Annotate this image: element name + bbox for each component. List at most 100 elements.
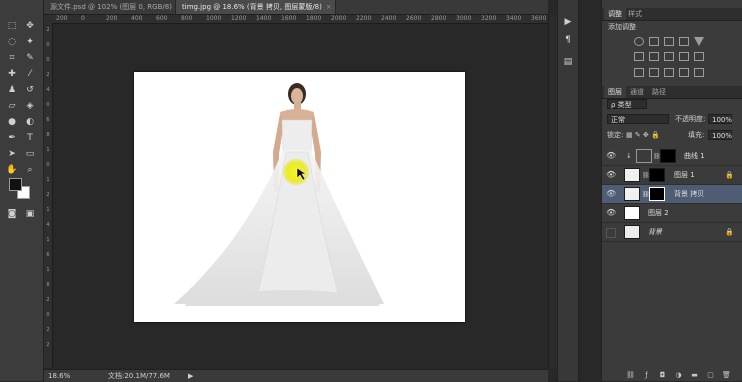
add-mask-icon[interactable]: ◘ xyxy=(658,371,667,379)
layer-row-background[interactable]: 背景 🔒 xyxy=(602,223,742,242)
layer-row-layer-2[interactable]: 👁 图层 2 xyxy=(602,204,742,223)
black-white-icon[interactable] xyxy=(664,52,674,61)
ruler-tick-label: 3400 xyxy=(506,15,522,22)
layer-mask-thumb xyxy=(649,168,665,182)
color-balance-icon[interactable] xyxy=(649,52,659,61)
vibrance-icon[interactable] xyxy=(694,37,704,46)
zoom-tool-icon[interactable]: ⌕ xyxy=(23,164,37,176)
tab-label: 源文件.psd @ 102% (图层 0, RGB/8) xyxy=(50,3,172,11)
document-tab-bar: 源文件.psd @ 102% (图层 0, RGB/8)× timg.jpg @… xyxy=(44,0,548,15)
eyedropper-tool-icon[interactable]: ✎ xyxy=(23,52,37,64)
healing-brush-tool-icon[interactable]: ✚ xyxy=(5,68,19,80)
curves-icon[interactable] xyxy=(664,37,674,46)
dodge-tool-icon[interactable]: ◐ xyxy=(23,116,37,128)
tab-timg-jpg[interactable]: timg.jpg @ 18.6% (背景 拷贝, 图层蒙版/8) × xyxy=(176,0,336,14)
screen-mode-icon[interactable]: ▣ xyxy=(23,208,37,220)
zoom-level[interactable]: 18.6% xyxy=(48,370,70,382)
clone-stamp-tool-icon[interactable]: ♟ xyxy=(5,84,19,96)
threshold-icon[interactable] xyxy=(664,68,674,77)
history-brush-tool-icon[interactable]: ↺ xyxy=(23,84,37,96)
crop-tool-icon[interactable]: ⌗ xyxy=(5,52,19,64)
adjustment-layer-icon[interactable]: ◑ xyxy=(674,371,683,379)
ruler-tick-label: 3200 xyxy=(481,15,497,22)
new-group-icon[interactable]: ▬ xyxy=(690,371,699,379)
actions-panel-icon[interactable]: ▶ xyxy=(561,16,575,28)
horizontal-ruler: 200 0 200 400 600 800 1000 1200 1400 1600 1800 2000… xyxy=(44,15,548,24)
path-selection-tool-icon[interactable]: ➤ xyxy=(5,148,19,160)
vertical-scrollbar[interactable] xyxy=(548,15,557,369)
blend-mode-select[interactable]: 正常 xyxy=(607,114,669,124)
tab-layers[interactable]: 图层 xyxy=(604,86,626,98)
layer-mask-thumb xyxy=(660,149,676,163)
eye-icon-hidden[interactable] xyxy=(606,228,616,238)
trash-icon[interactable]: 🗑 xyxy=(722,371,731,379)
move-tool-icon[interactable]: ✥ xyxy=(23,20,37,32)
ruler-tick-label: 800 xyxy=(181,15,193,22)
play-icon[interactable]: ▶ xyxy=(188,370,193,382)
paragraph-panel-icon[interactable]: ¶ xyxy=(561,34,575,46)
tab-styles[interactable]: 样式 xyxy=(624,8,646,20)
link-layers-icon[interactable]: ⛓ xyxy=(626,371,635,379)
hand-tool-icon[interactable]: ✋ xyxy=(5,164,19,176)
ruler-tick-label: 2800 xyxy=(431,15,447,22)
exposure-icon[interactable] xyxy=(679,37,689,46)
quick-mask-icon[interactable]: ◙ xyxy=(5,208,19,220)
hue-saturation-icon[interactable] xyxy=(634,52,644,61)
blur-tool-icon[interactable]: ● xyxy=(5,116,19,128)
ruler-tick-label: 0 xyxy=(46,312,50,318)
rectangle-tool-icon[interactable]: ▭ xyxy=(23,148,37,160)
eraser-tool-icon[interactable]: ▱ xyxy=(5,100,19,112)
magic-wand-tool-icon[interactable]: ✦ xyxy=(23,36,37,48)
ruler-tick-label: 1 xyxy=(46,177,50,183)
levels-icon[interactable] xyxy=(649,37,659,46)
photo-filter-icon[interactable] xyxy=(679,52,689,61)
posterize-icon[interactable] xyxy=(649,68,659,77)
ruler-tick-label: 8 xyxy=(46,282,50,288)
right-panels: 调整 样式 添加调整 图层 通道 路径 ρ 类型 正常 不透明度: 100% 锁… xyxy=(601,0,742,381)
layer-filter-select[interactable]: ρ 类型 xyxy=(607,99,647,109)
tab-paths[interactable]: 路径 xyxy=(648,86,670,98)
gradient-map-icon[interactable] xyxy=(679,68,689,77)
wedding-dress-image xyxy=(174,83,384,306)
lasso-tool-icon[interactable]: ◌ xyxy=(5,36,19,48)
brush-tool-icon[interactable]: ⁄ xyxy=(23,68,37,80)
invert-icon[interactable] xyxy=(634,68,644,77)
layer-row-curves-1[interactable]: 👁 ↓ ⛓ 曲线 1 xyxy=(602,147,742,166)
paint-bucket-tool-icon[interactable]: ◈ xyxy=(23,100,37,112)
layer-name[interactable]: 背景 拷贝 xyxy=(674,185,704,204)
tab-source-psd[interactable]: 源文件.psd @ 102% (图层 0, RGB/8)× xyxy=(44,0,182,14)
document-canvas[interactable] xyxy=(134,72,465,322)
ruler-tick-label: 3000 xyxy=(456,15,472,22)
lock-icons[interactable]: ▦ ✎ ✥ 🔒 xyxy=(626,130,660,140)
layer-style-icon[interactable]: ƒ xyxy=(642,371,651,379)
layer-name[interactable]: 曲线 1 xyxy=(684,147,705,166)
status-bar: 18.6% 文档:20.1M/77.6M ▶ xyxy=(44,369,548,382)
properties-panel-icon[interactable]: ▤ xyxy=(561,56,575,68)
tab-channels[interactable]: 通道 xyxy=(626,86,648,98)
fill-input[interactable]: 100% xyxy=(708,130,732,140)
layer-row-background-copy[interactable]: 👁 ⛓ 背景 拷贝 xyxy=(602,185,742,204)
type-tool-icon[interactable]: T xyxy=(23,132,37,144)
layer-name[interactable]: 背景 xyxy=(648,223,662,242)
pen-tool-icon[interactable]: ✒ xyxy=(5,132,19,144)
layer-name[interactable]: 图层 2 xyxy=(648,204,669,223)
selective-color-icon[interactable] xyxy=(694,68,704,77)
foreground-color-swatch[interactable] xyxy=(9,178,22,191)
ruler-tick-label: 2 xyxy=(46,327,50,333)
layer-name[interactable]: 图层 1 xyxy=(674,166,695,185)
ruler-tick-label: 1 xyxy=(46,207,50,213)
eye-icon[interactable]: 👁 xyxy=(606,151,616,161)
close-icon[interactable]: × xyxy=(326,3,332,11)
channel-mixer-icon[interactable] xyxy=(694,52,704,61)
brightness-icon[interactable] xyxy=(634,37,644,46)
eye-icon[interactable]: 👁 xyxy=(606,208,616,218)
tab-adjustments[interactable]: 调整 xyxy=(604,8,626,20)
marquee-tool-icon[interactable]: ⬚ xyxy=(5,20,19,32)
eye-icon[interactable]: 👁 xyxy=(606,189,616,199)
ruler-tick-label: 0 xyxy=(81,15,85,22)
new-layer-icon[interactable]: ▢ xyxy=(706,371,715,379)
layer-row-layer-1[interactable]: 👁 ⛓ 图层 1 🔒 xyxy=(602,166,742,185)
clip-icon: ↓ xyxy=(626,152,632,160)
opacity-input[interactable]: 100% xyxy=(708,114,732,124)
eye-icon[interactable]: 👁 xyxy=(606,170,616,180)
